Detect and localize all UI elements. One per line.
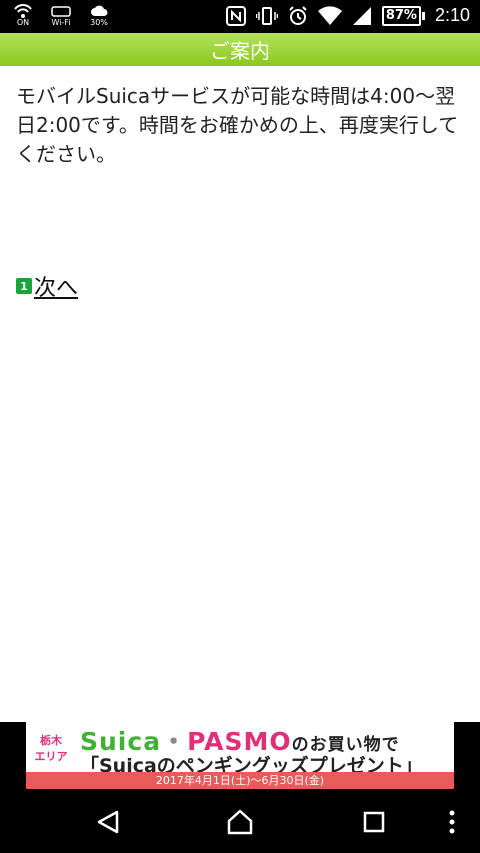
page-header: ご案内 xyxy=(0,33,480,66)
nfc-status: ON xyxy=(14,4,32,27)
cloud-icon xyxy=(91,5,108,16)
ad-area-line2: エリア xyxy=(34,750,68,763)
next-link-label[interactable]: 次へ xyxy=(34,270,78,302)
more-vertical-icon xyxy=(449,810,455,834)
main-content: モバイルSuicaサービスが可能な時間は4:00～翌日2:00です。時間をお確か… xyxy=(0,66,480,722)
navigation-bar xyxy=(0,790,480,853)
battery-indicator: 87% xyxy=(381,5,425,26)
status-left: ON Wi-Fi 30% xyxy=(14,4,108,27)
weather-label: 30% xyxy=(90,18,108,27)
clock: 2:10 xyxy=(434,5,470,25)
vibrate-icon xyxy=(255,6,278,25)
back-button[interactable] xyxy=(84,800,132,844)
wifi-direct-label: Wi-Fi xyxy=(51,18,71,27)
wifi-direct-status: Wi-Fi xyxy=(50,4,72,27)
back-icon xyxy=(97,810,119,834)
nfc-icon xyxy=(225,5,246,26)
ad-dates: 2017年4月1日(土)～6月30日(金) xyxy=(26,772,454,789)
alarm-icon xyxy=(289,5,307,25)
battery-level: 87% xyxy=(381,5,421,26)
recents-icon xyxy=(363,811,385,833)
next-link[interactable]: 1 次へ xyxy=(16,270,78,302)
more-button[interactable] xyxy=(432,800,472,844)
recents-button[interactable] xyxy=(350,800,398,844)
info-message: モバイルSuicaサービスが可能な時間は4:00～翌日2:00です。時間をお確か… xyxy=(16,84,459,166)
ad-area-line1: 栃木 xyxy=(40,734,62,747)
home-button[interactable] xyxy=(216,800,264,844)
status-bar: ON Wi-Fi 30% 87% 2:10 xyxy=(0,0,480,33)
ad-area-label: 栃木 エリア xyxy=(28,726,74,772)
status-right: 87% 2:10 xyxy=(225,5,470,26)
ad-banner-container: 栃木 エリア Suica・PASMOのお買い物で 「Suicaのペンギングッズプ… xyxy=(0,722,480,790)
wifi-direct-icon xyxy=(51,6,71,17)
nfc-status-label: ON xyxy=(16,18,30,27)
key-1-icon: 1 xyxy=(16,278,32,294)
battery-tip xyxy=(421,11,425,20)
ad-banner[interactable]: 栃木 エリア Suica・PASMOのお買い物で 「Suicaのペンギングッズプ… xyxy=(26,722,454,789)
home-icon xyxy=(227,809,253,835)
wifi-icon xyxy=(317,5,342,25)
signal-icon xyxy=(352,6,371,25)
page-title: ご案内 xyxy=(210,39,270,63)
nfc-on-icon xyxy=(14,4,32,18)
weather-status: 30% xyxy=(90,4,108,27)
